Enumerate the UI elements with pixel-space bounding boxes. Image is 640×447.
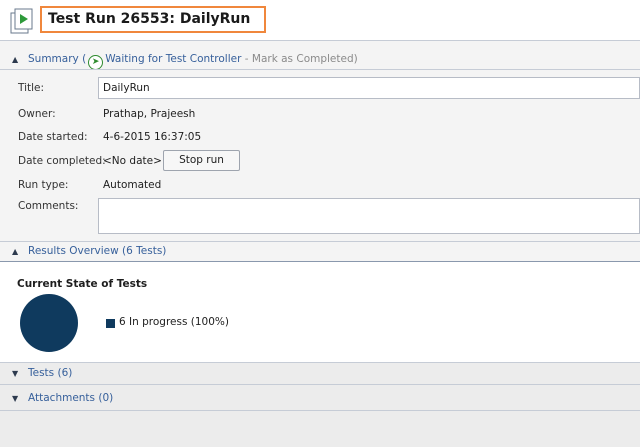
- owner-value: Prathap, Prajeesh: [103, 108, 196, 120]
- stop-run-button[interactable]: Stop run: [163, 150, 240, 171]
- collapsed-sections-area: [0, 362, 640, 447]
- legend-label: 6 In progress (100%): [119, 316, 229, 328]
- comments-label: Comments:: [18, 200, 79, 212]
- mark-completed-link[interactable]: Mark as Completed: [252, 53, 354, 65]
- attachments-header[interactable]: ▼ Attachments (0): [12, 392, 113, 404]
- legend-swatch: [106, 319, 115, 328]
- summary-label[interactable]: Summary: [28, 53, 79, 65]
- divider: [0, 40, 640, 41]
- divider: [0, 69, 640, 70]
- title-value: DailyRun: [103, 82, 150, 94]
- results-panel: [0, 262, 640, 362]
- attachments-label[interactable]: Attachments (0): [28, 392, 113, 404]
- chevron-up-icon[interactable]: ▲: [12, 247, 20, 256]
- date-started-value: 4-6-2015 16:37:05: [103, 131, 202, 143]
- chart-title: Current State of Tests: [17, 278, 148, 290]
- paren-close: ): [353, 53, 358, 65]
- title-field[interactable]: [98, 77, 640, 99]
- divider: [0, 410, 640, 411]
- tests-label[interactable]: Tests (6): [28, 367, 72, 379]
- results-overview-header[interactable]: ▲ Results Overview (6 Tests): [12, 245, 166, 257]
- date-completed-label: Date completed:: [18, 155, 106, 167]
- results-overview-label[interactable]: Results Overview (6 Tests): [28, 245, 166, 257]
- run-type-value: Automated: [103, 179, 162, 191]
- chevron-down-icon[interactable]: ▼: [12, 369, 20, 378]
- chevron-down-icon[interactable]: ▼: [12, 394, 20, 403]
- comments-field[interactable]: [98, 198, 640, 234]
- status-link[interactable]: Waiting for Test Controller: [105, 53, 241, 65]
- run-type-label: Run type:: [18, 179, 69, 191]
- test-run-icon: [10, 8, 33, 34]
- paren-open: (: [82, 53, 87, 65]
- date-completed-value: <No date>: [103, 155, 162, 167]
- divider: [0, 362, 640, 363]
- pie-slice-in-progress: [20, 294, 78, 352]
- divider: [0, 241, 640, 242]
- pie-chart: [20, 294, 78, 352]
- go-arrow-icon: ➤: [88, 55, 104, 70]
- tests-header[interactable]: ▼ Tests (6): [12, 367, 72, 379]
- owner-label: Owner:: [18, 108, 56, 120]
- divider: [0, 384, 640, 385]
- title-label: Title:: [18, 82, 45, 94]
- chevron-up-icon[interactable]: ▲: [12, 55, 20, 64]
- date-started-label: Date started:: [18, 131, 88, 143]
- separator: -: [244, 53, 249, 65]
- page-title: Test Run 26553: DailyRun: [48, 11, 251, 27]
- summary-header[interactable]: ▲ Summary (➤ Waiting for Test Controller -…: [12, 53, 358, 70]
